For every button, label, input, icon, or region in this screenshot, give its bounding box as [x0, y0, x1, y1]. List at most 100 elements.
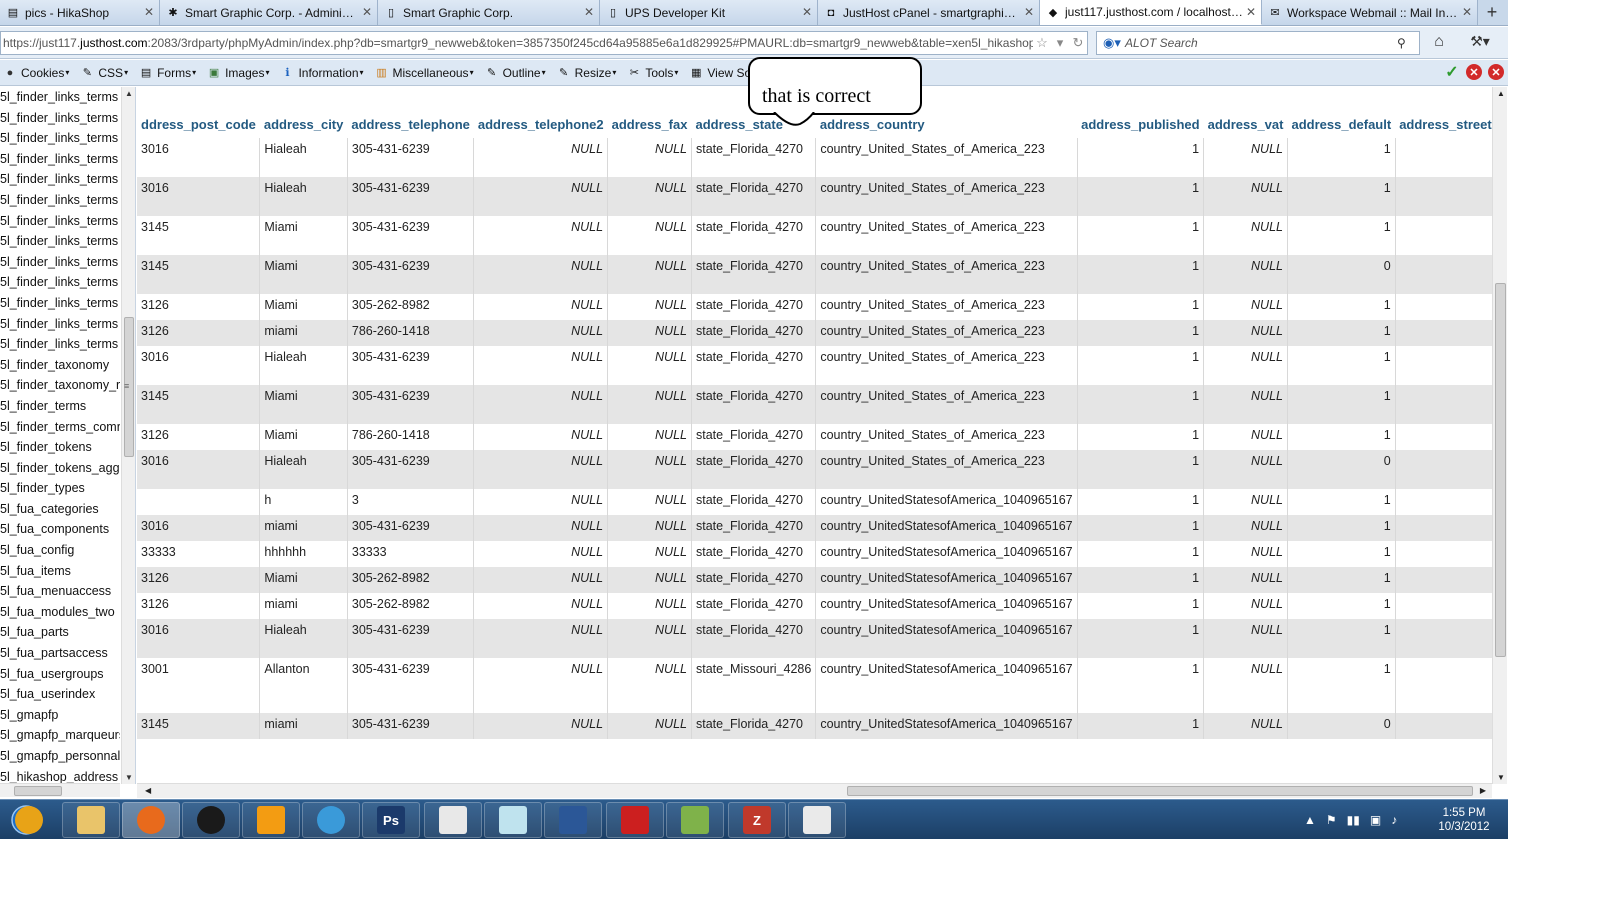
devtoolbar-css-menu[interactable]: ✎ CSS ▾ [79, 66, 128, 80]
tools-wrench-icon[interactable]: ⚒▾ [1462, 33, 1498, 53]
devtoolbar-tools-menu[interactable]: ✂ Tools ▾ [626, 66, 679, 80]
search-box[interactable]: ◉▾ ALOT Search ⚲ [1096, 31, 1420, 55]
devtoolbar-outline-menu[interactable]: ✎ Outline ▾ [484, 66, 546, 80]
scroll-down-arrow-icon[interactable]: ▼ [1497, 773, 1505, 782]
sidebar-table-link[interactable]: 5l_fua_config [0, 540, 120, 561]
new-tab-button[interactable]: + [1478, 0, 1506, 25]
sidebar-table-link[interactable]: 5l_fua_categories [0, 499, 120, 520]
main-scroll-thumb[interactable] [1495, 283, 1506, 657]
devtoolbar-information-menu[interactable]: ℹ Information ▾ [279, 66, 363, 80]
column-header[interactable]: address_telephone2 [473, 111, 608, 138]
table-row[interactable]: 3145 Miami 305-431-6239 NULL NULL state_Flori… [137, 216, 1493, 255]
devtoolbar-forms-menu[interactable]: ▤ Forms ▾ [138, 66, 196, 80]
search-magnifier-icon[interactable]: ⚲ [1397, 36, 1419, 50]
address-bar[interactable]: https://just117.justhost.com:2083/3rdpar… [0, 31, 1088, 55]
taskbar-button[interactable] [62, 802, 120, 838]
table-row[interactable]: 3126 Miami 786-260-1418 NULL NULL state_Flori… [137, 424, 1493, 450]
reload-icon[interactable]: ↻ [1069, 35, 1087, 51]
sidebar-table-link[interactable]: 5l_finder_links_terms [0, 252, 120, 273]
table-row[interactable]: 3016 Hialeah 305-431-6239 NULL NULL state_Flo… [137, 138, 1493, 177]
column-header[interactable]: address_country [815, 111, 1078, 138]
taskbar-button[interactable] [606, 802, 664, 838]
table-row[interactable]: 3016 Hialeah 305-431-6239 NULL NULL state_Flo… [137, 619, 1493, 658]
sidebar-table-link[interactable]: 5l_gmapfp [0, 705, 120, 726]
error-icon[interactable]: ✕ [1466, 64, 1482, 80]
table-row[interactable]: 3145 miami 305-431-6239 NULL NULL state_Flori… [137, 713, 1493, 739]
main-horizontal-scrollbar[interactable]: ◀ ▶ [137, 783, 1492, 798]
sidebar-hscroll-thumb[interactable] [14, 786, 62, 796]
browser-tab[interactable]: ▤ pics - HikaShop ✕ [0, 0, 160, 25]
taskbar-button[interactable] [666, 802, 724, 838]
taskbar-clock[interactable]: 1:55 PM 10/3/2012 [1428, 806, 1500, 834]
sidebar-table-link[interactable]: 5l_finder_tokens [0, 437, 120, 458]
tray-network-icon[interactable]: ▮▮ [1347, 813, 1360, 827]
column-header[interactable]: address_fax [607, 111, 692, 138]
sidebar-table-link[interactable]: 5l_finder_terms [0, 396, 120, 417]
taskbar-button[interactable] [484, 802, 542, 838]
sidebar-table-link[interactable]: 5l_finder_links_terms [0, 108, 120, 129]
browser-tab[interactable]: ✱ Smart Graphic Corp. - Administr... ✕ [160, 0, 378, 25]
table-row[interactable]: 33333 hhhhhh 33333 NULL NULL state_Florida_42… [137, 541, 1493, 567]
taskbar-button[interactable] [122, 802, 180, 838]
taskbar-button[interactable]: Z [728, 802, 786, 838]
table-row[interactable]: 3126 miami 786-260-1418 NULL NULL state_Flori… [137, 320, 1493, 346]
table-row[interactable]: 3145 Miami 305-431-6239 NULL NULL state_Flori… [137, 385, 1493, 424]
column-header[interactable]: address_published [1077, 111, 1204, 138]
sidebar-table-link[interactable]: 5l_finder_types [0, 478, 120, 499]
home-icon[interactable]: ⌂ [1428, 33, 1450, 53]
close-icon[interactable]: ✕ [802, 5, 812, 19]
table-row[interactable]: h 3 NULL NULL state_Florida_4270 country_Unit… [137, 489, 1493, 515]
sidebar-table-link[interactable]: 5l_finder_links_terms [0, 128, 120, 149]
sidebar-table-link[interactable]: 5l_finder_taxonomy [0, 355, 120, 376]
sidebar-table-link[interactable]: 5l_fua_items [0, 561, 120, 582]
sidebar-table-link[interactable]: 5l_finder_taxonomy_r [0, 375, 120, 396]
devtoolbar-images-menu[interactable]: ▣ Images ▾ [206, 66, 270, 80]
column-header[interactable]: address_vat [1203, 111, 1288, 138]
browser-tab[interactable]: ◆ just117.justhost.com / localhost ... ✕ [1040, 0, 1262, 25]
close-icon[interactable]: ✕ [144, 5, 154, 19]
sidebar-table-link[interactable]: 5l_finder_links_terms [0, 231, 120, 252]
close-icon[interactable]: ✕ [1462, 5, 1472, 19]
sidebar-table-link[interactable]: 5l_gmapfp_personnali [0, 746, 120, 767]
sidebar-table-link[interactable]: 5l_finder_tokens_aggi [0, 458, 120, 479]
close-icon[interactable]: ✕ [1246, 5, 1256, 19]
sidebar-table-link[interactable]: 5l_finder_terms_comr [0, 417, 120, 438]
table-row[interactable]: 3126 miami 305-262-8982 NULL NULL state_Flori… [137, 593, 1493, 619]
address-bar-url[interactable]: https://just117.justhost.com:2083/3rdpar… [3, 36, 1033, 50]
devtoolbar-miscellaneous-menu[interactable]: ▥ Miscellaneous ▾ [374, 66, 473, 80]
sidebar-table-link[interactable]: 5l_fua_components [0, 519, 120, 540]
sidebar-table-link[interactable]: 5l_finder_links_terms [0, 87, 120, 108]
sidebar-table-link[interactable]: 5l_fua_modules_two [0, 602, 120, 623]
table-row[interactable]: 3016 Hialeah 305-431-6239 NULL NULL state_Flo… [137, 177, 1493, 216]
close-icon[interactable]: ✕ [584, 5, 594, 19]
dropdown-arrow-icon[interactable]: ▾ [1051, 35, 1069, 51]
taskbar-button[interactable] [0, 802, 58, 838]
devtoolbar-resize-menu[interactable]: ✎ Resize ▾ [556, 66, 616, 80]
close-icon[interactable]: ✕ [1488, 64, 1504, 80]
taskbar-button[interactable] [424, 802, 482, 838]
scroll-left-arrow-icon[interactable]: ◀ [145, 786, 151, 795]
taskbar-button[interactable] [302, 802, 360, 838]
sidebar-table-link[interactable]: 5l_fua_menuaccess [0, 581, 120, 602]
browser-tab[interactable]: ◘ JustHost cPanel - smartgraphic.... ✕ [818, 0, 1040, 25]
column-header[interactable]: address_default [1287, 111, 1396, 138]
tray-battery-icon[interactable]: ▣ [1370, 813, 1381, 827]
sidebar-table-link[interactable]: 5l_finder_links_terms [0, 334, 120, 355]
taskbar-button[interactable] [544, 802, 602, 838]
browser-tab[interactable]: ▯ UPS Developer Kit ✕ [600, 0, 818, 25]
sidebar-table-link[interactable]: 5l_gmapfp_marqueurs [0, 725, 120, 746]
sidebar-table-link[interactable]: 5l_fua_partsaccess [0, 643, 120, 664]
taskbar-button[interactable] [242, 802, 300, 838]
search-placeholder[interactable]: ALOT Search [1125, 36, 1397, 50]
column-header[interactable]: ddress_post_code [137, 111, 260, 138]
sidebar-table-link[interactable]: 5l_finder_links_terms [0, 169, 120, 190]
taskbar-button[interactable] [788, 802, 846, 838]
sidebar-table-link[interactable]: 5l_fua_usergroups [0, 664, 120, 685]
tray-flag-icon[interactable]: ⚑ [1326, 813, 1337, 827]
column-header[interactable]: address_street2 [1395, 111, 1493, 138]
close-icon[interactable]: ✕ [362, 5, 372, 19]
table-row[interactable]: 3016 miami 305-431-6239 NULL NULL state_Flori… [137, 515, 1493, 541]
sidebar-table-link[interactable]: 5l_finder_links_terms [0, 272, 120, 293]
sidebar-table-link[interactable]: 5l_finder_links_terms [0, 190, 120, 211]
taskbar-button[interactable]: Ps [362, 802, 420, 838]
